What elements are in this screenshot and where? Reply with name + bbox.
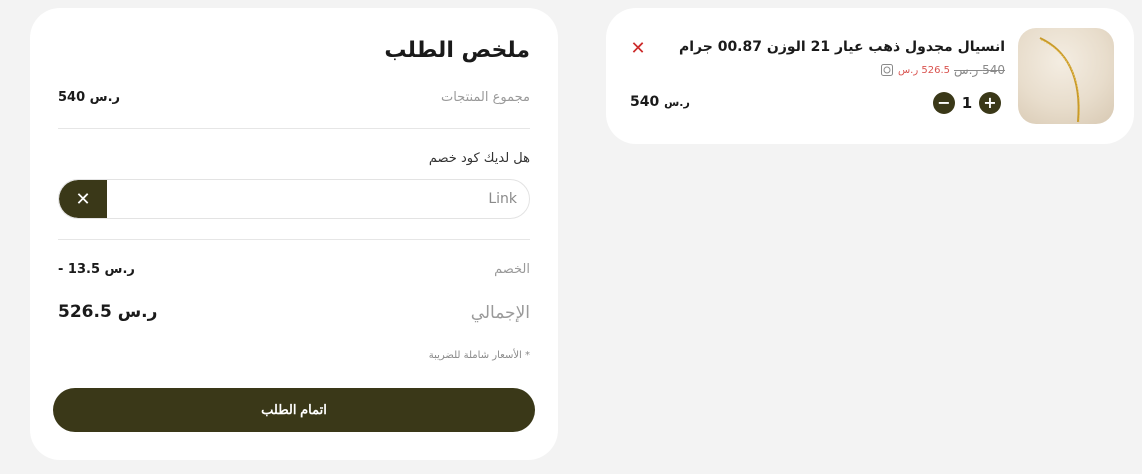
- bracelet-image: [1039, 37, 1081, 123]
- sale-price: 526.5 ر.س: [897, 64, 951, 76]
- tax-note: * الأسعار شاملة للضريبة: [428, 350, 530, 361]
- coupon-input[interactable]: [107, 180, 529, 218]
- quantity-stepper: − 1 +: [933, 92, 1001, 114]
- product-price: 540 ر.س 526.5 ر.س: [880, 63, 1005, 77]
- order-summary-card: ملخص الطلب مجموع المنتجات 540 ر.س هل لدي…: [30, 8, 558, 460]
- plus-icon: +: [983, 93, 997, 112]
- checkout-button[interactable]: اتمام الطلب: [53, 388, 535, 432]
- total-label: الإجمالي: [470, 303, 530, 323]
- old-price: 540 ر.س: [954, 63, 1005, 77]
- subtotal-label: مجموع المنتجات: [440, 90, 530, 105]
- cart-item-card: انسيال مجدول ذهب عيار 21 الوزن 00.87 جرا…: [606, 8, 1134, 144]
- product-thumbnail[interactable]: [1018, 28, 1114, 124]
- coupon-question: هل لديك كود خصم: [428, 151, 530, 166]
- clear-coupon-button[interactable]: ✕: [59, 180, 107, 218]
- close-icon: ✕: [75, 188, 91, 210]
- close-icon: ✕: [630, 37, 646, 59]
- divider: [58, 239, 530, 240]
- minus-icon: −: [937, 93, 951, 112]
- coin-icon: [880, 64, 893, 76]
- line-total-value: 540: [630, 94, 660, 110]
- remove-item-button[interactable]: ✕: [628, 37, 648, 59]
- increase-quantity-button[interactable]: +: [979, 92, 1001, 114]
- subtotal-value: 540 ر.س: [58, 90, 121, 105]
- discount-value: - 13.5 ر.س: [58, 262, 135, 277]
- order-summary-title: ملخص الطلب: [384, 38, 530, 63]
- divider: [58, 128, 530, 129]
- line-total: ر.س 540: [630, 94, 690, 110]
- quantity-value: 1: [961, 94, 973, 112]
- decrease-quantity-button[interactable]: −: [933, 92, 955, 114]
- total-value: 526.5 ر.س: [58, 302, 158, 322]
- coupon-field: ✕: [58, 179, 530, 219]
- product-name[interactable]: انسيال مجدول ذهب عيار 21 الوزن 00.87 جرا…: [679, 39, 1005, 55]
- discount-label: الخصم: [494, 262, 530, 277]
- line-total-currency: ر.س: [664, 96, 690, 109]
